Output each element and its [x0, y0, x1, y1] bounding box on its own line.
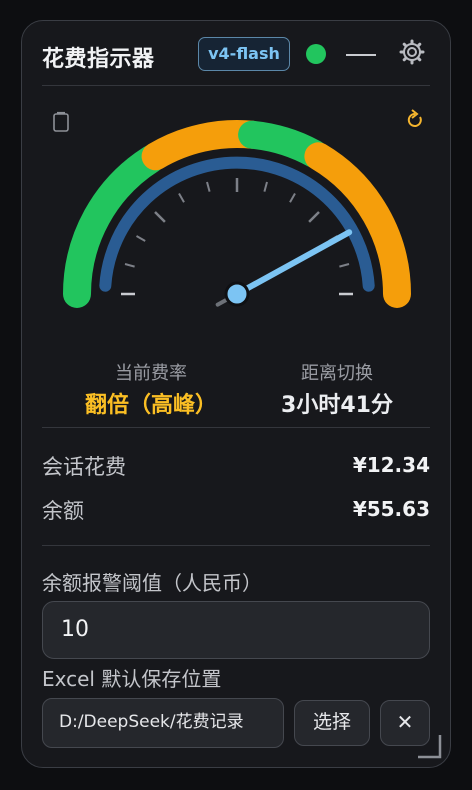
- gauge-tick: [289, 193, 296, 203]
- balance-value: ¥55.63: [352, 497, 430, 521]
- excel-path-field[interactable]: D:/DeepSeek/花费记录: [42, 698, 284, 748]
- switch-countdown: 3小时41分: [281, 393, 393, 418]
- gauge-tick: [263, 181, 268, 192]
- alert-threshold-input[interactable]: 10: [42, 601, 430, 659]
- rate-value: 翻倍（高峰）: [84, 393, 217, 418]
- gauge-arc-green-top: [238, 120, 329, 168]
- session-cost-value: ¥12.34: [352, 453, 430, 477]
- gauge-tick: [124, 263, 135, 268]
- gauge-hub: [224, 281, 250, 307]
- choose-path-button[interactable]: 选择: [294, 700, 370, 746]
- cost-divider: [42, 545, 430, 546]
- gauge-arc-orange-right: [304, 142, 411, 308]
- gauge-tick: [339, 263, 350, 268]
- balance-label: 余额: [42, 499, 84, 523]
- spend-indicator-panel: 花费指示器 v4-flash 当前费率 翻倍（高峰） 距离切换 3小时41分 会…: [21, 20, 451, 768]
- gauge-tick: [206, 181, 211, 192]
- gauge-tick: [154, 211, 166, 223]
- switch-label: 距离切换: [301, 363, 373, 384]
- gauge-needle: [234, 229, 353, 297]
- alert-threshold-label: 余额报警阈值（人民币）: [42, 571, 262, 595]
- gauge-tick: [308, 211, 320, 223]
- excel-path-label: Excel 默认保存位置: [42, 667, 222, 691]
- gauge-tick: [178, 193, 185, 203]
- gauge-arc-green: [63, 144, 166, 308]
- gauge-tick: [136, 235, 146, 242]
- stats-divider: [42, 427, 430, 428]
- cost-gauge: [53, 109, 422, 308]
- reset-icon[interactable]: [407, 109, 422, 127]
- rate-label: 当前费率: [115, 363, 187, 384]
- clipboard-icon[interactable]: [53, 111, 69, 132]
- session-cost-label: 会话花费: [42, 455, 126, 479]
- resize-handle-icon[interactable]: [416, 733, 442, 759]
- gauge-arc-orange: [141, 120, 267, 171]
